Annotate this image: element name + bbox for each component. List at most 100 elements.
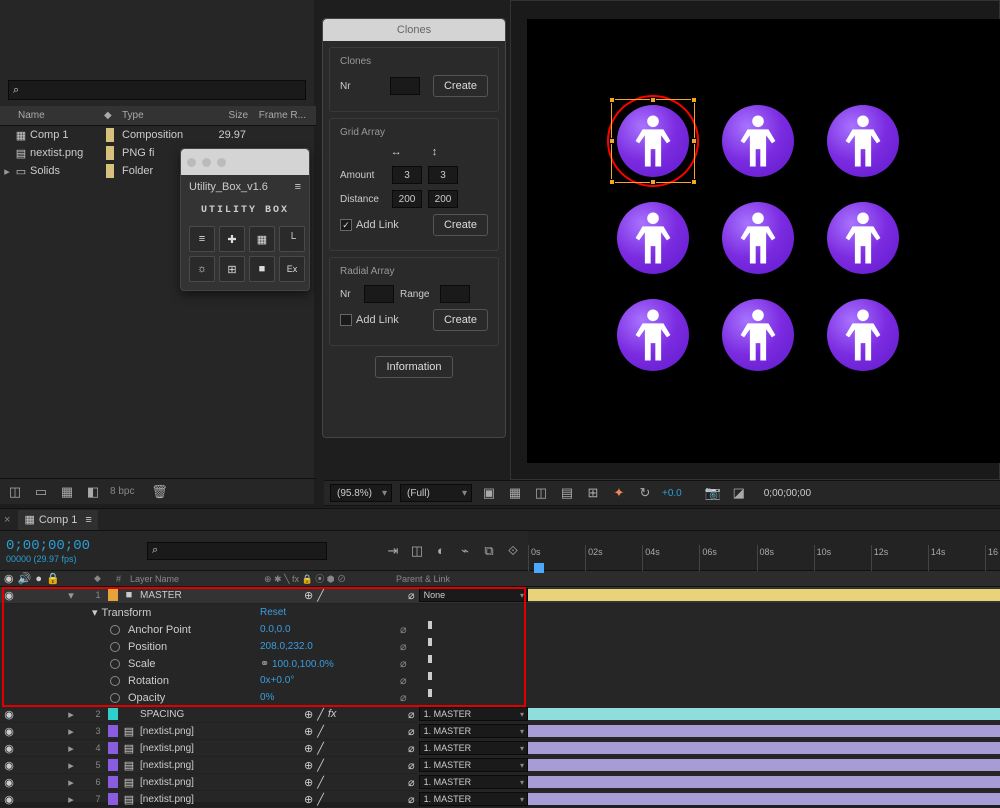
quality-icon[interactable]: ╱ xyxy=(317,793,324,806)
clones-create-button[interactable]: Create xyxy=(433,75,488,97)
reset-link[interactable]: Reset xyxy=(260,607,400,618)
quality-icon[interactable]: ╱ xyxy=(317,742,324,755)
layer-instance[interactable] xyxy=(617,202,689,274)
mask-icon[interactable]: ◫ xyxy=(532,485,550,501)
stopwatch-icon[interactable] xyxy=(110,693,120,703)
distance-y-input[interactable] xyxy=(428,190,458,208)
property-row[interactable]: Position 208.0,232.0 ⌀ xyxy=(0,638,1000,655)
label-swatch[interactable] xyxy=(106,128,114,142)
layer-row[interactable]: ◉ ▾ 1 ■ MASTER ⊕ ╱ ⌀ None xyxy=(0,587,1000,604)
col-parent[interactable]: Parent & Link xyxy=(392,571,520,586)
layer-name[interactable]: [nextist.png] xyxy=(138,794,298,805)
expression-pickwhip-icon[interactable]: ⌀ xyxy=(400,623,422,636)
prop-track[interactable] xyxy=(422,672,1000,689)
collapse-icon[interactable]: ⊕ xyxy=(304,759,313,772)
property-value[interactable]: 208.0,232.0 xyxy=(260,641,400,652)
pickwhip-icon[interactable]: ⌀ xyxy=(408,742,415,755)
layer-instance[interactable] xyxy=(722,105,794,177)
layer-track[interactable] xyxy=(528,791,1000,807)
layer-row[interactable]: ◉ ▸ 3 ▤ [nextist.png] ⊕ ╱ ⌀ 1. MASTER xyxy=(0,723,1000,740)
amount-y-input[interactable] xyxy=(428,166,458,184)
distance-x-input[interactable] xyxy=(392,190,422,208)
camera-button[interactable]: ■ xyxy=(249,256,275,282)
expression-pickwhip-icon[interactable]: ⌀ xyxy=(400,657,422,670)
twirly-icon[interactable]: ▸ xyxy=(66,776,76,789)
layer-name[interactable]: [nextist.png] xyxy=(138,760,298,771)
quality-icon[interactable]: ╱ xyxy=(317,708,324,721)
tag-icon[interactable]: ◆ xyxy=(90,571,112,586)
refresh-icon[interactable]: ↻ xyxy=(636,485,654,501)
clones-panel-title[interactable]: Clones xyxy=(323,19,505,41)
collapse-icon[interactable]: ⊕ xyxy=(304,776,313,789)
grid-button[interactable]: ▦ xyxy=(249,226,275,252)
trash-icon[interactable]: 🗑 xyxy=(150,484,168,500)
audio-slot[interactable] xyxy=(18,793,36,806)
audio-slot[interactable] xyxy=(18,708,36,721)
collapse-icon[interactable]: ⊕ xyxy=(304,589,313,602)
label-swatch[interactable] xyxy=(108,759,118,771)
label-swatch[interactable] xyxy=(106,164,114,178)
frame-blend-icon[interactable]: ◫ xyxy=(408,543,426,559)
interpret-icon[interactable]: ◫ xyxy=(6,484,24,500)
property-row[interactable]: Opacity 0% ⌀ xyxy=(0,689,1000,706)
audio-icon[interactable]: 🔊 xyxy=(18,572,32,585)
clones-nr-input[interactable] xyxy=(390,77,420,95)
prop-track[interactable] xyxy=(422,621,1000,638)
solo-slot[interactable] xyxy=(36,708,54,721)
collapse-icon[interactable]: ⊕ xyxy=(304,793,313,806)
label-swatch[interactable] xyxy=(106,146,114,160)
col-layername[interactable]: Layer Name xyxy=(126,571,260,586)
fast-preview-icon[interactable]: ✦ xyxy=(610,485,628,501)
collapse-icon[interactable]: ⊕ xyxy=(304,708,313,721)
settings-icon[interactable]: ◧ xyxy=(84,484,102,500)
layer-name[interactable]: [nextist.png] xyxy=(138,743,298,754)
solo-slot[interactable] xyxy=(36,725,54,738)
property-row[interactable]: Scale ⚭ 100.0,100.0% ⌀ xyxy=(0,655,1000,672)
eye-icon[interactable]: ◉ xyxy=(0,708,18,721)
collapse-icon[interactable]: ⊕ xyxy=(304,725,313,738)
property-value[interactable]: 0% xyxy=(260,692,400,703)
layer-row[interactable]: ◉ ▸ 2 SPACING ⊕ ╱ fx ⌀ 1. MASTER xyxy=(0,706,1000,723)
markers-icon[interactable]: ⟐ xyxy=(504,543,522,559)
layer-instance[interactable] xyxy=(722,202,794,274)
col-name[interactable]: Name xyxy=(0,110,104,121)
parent-dropdown[interactable]: 1. MASTER xyxy=(419,741,528,755)
pickwhip-icon[interactable]: ⌀ xyxy=(408,708,415,721)
col-type[interactable]: Type xyxy=(122,110,206,121)
timeline-search[interactable]: ⌕ xyxy=(147,542,327,560)
layer-instance[interactable] xyxy=(827,105,899,177)
snapshot-icon[interactable]: 📷 xyxy=(704,485,722,501)
max-dot-icon[interactable] xyxy=(217,158,226,167)
layer-row[interactable]: ◉ ▸ 5 ▤ [nextist.png] ⊕ ╱ ⌀ 1. MASTER xyxy=(0,757,1000,774)
fx-icon[interactable]: fx xyxy=(328,708,337,720)
quality-icon[interactable]: ╱ xyxy=(317,725,324,738)
layer-instance[interactable] xyxy=(827,299,899,371)
solo-slot[interactable] xyxy=(36,589,54,602)
label-swatch[interactable] xyxy=(108,793,118,805)
twirly-icon[interactable]: ▾ xyxy=(66,589,76,602)
audio-slot[interactable] xyxy=(18,725,36,738)
zoom-dropdown[interactable]: (95.8%) xyxy=(330,484,392,502)
stopwatch-icon[interactable] xyxy=(110,642,120,652)
twirly-icon[interactable]: ▸ xyxy=(66,759,76,772)
expression-pickwhip-icon[interactable]: ⌀ xyxy=(400,674,422,687)
solo-slot[interactable] xyxy=(36,776,54,789)
eye-icon[interactable]: ◉ xyxy=(0,793,18,806)
twirly-icon[interactable]: ▸ xyxy=(66,708,76,721)
property-row[interactable]: Anchor Point 0.0,0.0 ⌀ xyxy=(0,621,1000,638)
resolution-dropdown[interactable]: (Full) xyxy=(400,484,472,502)
project-row[interactable]: ▦ Comp 1 Composition 29.97 xyxy=(0,126,316,144)
col-framerate[interactable]: Frame R... xyxy=(248,110,306,121)
expression-pickwhip-icon[interactable]: ⌀ xyxy=(400,640,422,653)
col-tag-icon[interactable]: ◆ xyxy=(104,110,122,121)
layer-row[interactable]: ◉ ▸ 6 ▤ [nextist.png] ⊕ ╱ ⌀ 1. MASTER xyxy=(0,774,1000,791)
twirly-icon[interactable]: ▸ xyxy=(2,165,12,178)
layer-track[interactable] xyxy=(528,723,1000,739)
stopwatch-icon[interactable] xyxy=(110,659,120,669)
property-value[interactable]: 0x+0.0° xyxy=(260,675,400,686)
parent-dropdown[interactable]: 1. MASTER xyxy=(419,792,528,806)
property-value[interactable]: 0.0,0.0 xyxy=(260,624,400,635)
radial-nr-input[interactable] xyxy=(364,285,394,303)
graph-editor-icon[interactable]: ⌁ xyxy=(456,543,474,559)
pickwhip-icon[interactable]: ⌀ xyxy=(408,793,415,806)
